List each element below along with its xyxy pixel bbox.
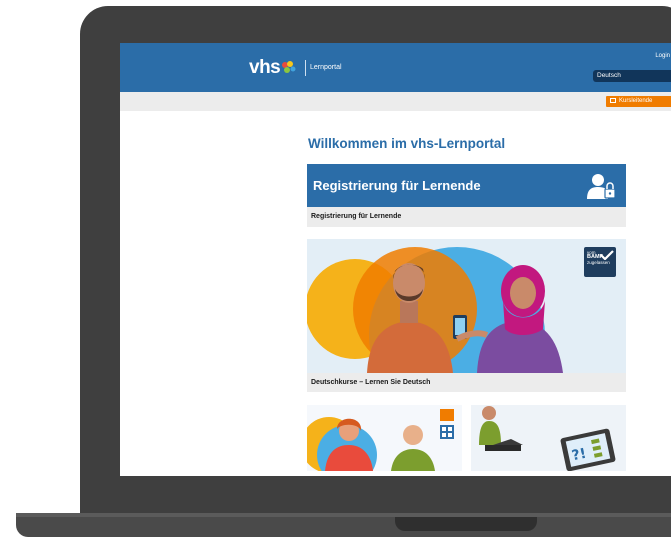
logo-divider [305, 60, 306, 76]
tile-language-practice[interactable] [307, 405, 462, 471]
bamf-badge-line3: zugelassen [587, 260, 610, 265]
laptop-base [16, 513, 671, 537]
teacher-login-button[interactable]: Kursleitende [606, 96, 671, 107]
registration-banner[interactable]: Registrierung für Lernende [307, 164, 626, 207]
teacher-button-label: Kursleitende [619, 98, 653, 104]
course-link[interactable]: Deutschkurse – Lernen Sie Deutsch [307, 373, 626, 392]
checkmark-icon [600, 250, 614, 260]
page-title: Willkommen im vhs-Lernportal [308, 136, 506, 151]
laptop-screen: vhs Lernportal Login Deutsch Kursleitend… [120, 43, 671, 476]
hero-illustration [307, 247, 563, 373]
site-header: vhs Lernportal Login Deutsch [120, 43, 671, 92]
language-select[interactable]: Deutsch [593, 70, 671, 82]
laptop-notch [395, 517, 537, 531]
user-lock-icon [587, 174, 616, 199]
monitor-icon [610, 97, 616, 103]
login-link[interactable]: Login [655, 53, 670, 59]
registration-link[interactable]: Registrierung für Lernende [307, 207, 626, 227]
course-hero-image[interactable]: vom BAMF zugelassen [307, 239, 626, 373]
tile-placement-test[interactable]: ?! [471, 405, 626, 471]
portal-label: Lernportal [310, 64, 342, 71]
registration-banner-title: Registrierung für Lernende [313, 178, 481, 193]
tile-illustration-left [307, 409, 454, 471]
tile-illustration-right: ?! [479, 406, 616, 471]
sub-toolbar [120, 92, 671, 111]
bamf-approved-badge: vom BAMF zugelassen [584, 247, 616, 277]
vhs-logo[interactable]: vhs [249, 57, 281, 79]
vhs-logo-dots-icon [282, 61, 296, 73]
